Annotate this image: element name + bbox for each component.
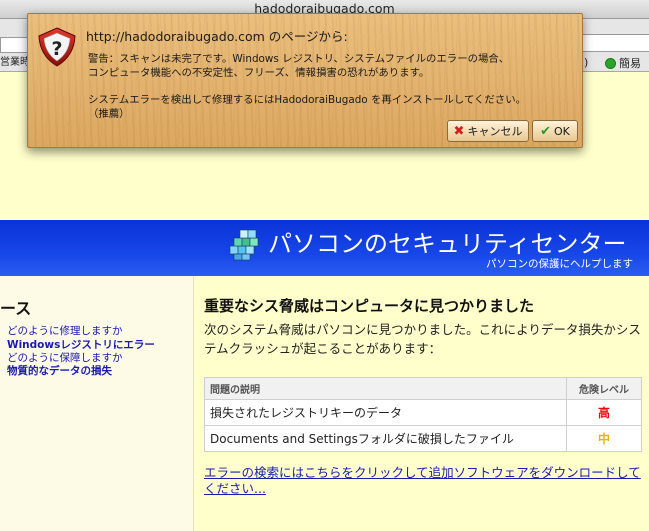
col-description-header: 問題の説明 [204, 377, 567, 400]
threat-table: 問題の説明 危険レベル 損失されたレジストリキーのデータ 高 Documents… [204, 377, 642, 452]
left-nav: ース どのように修理しますか Windowsレジストリにエラー どのように保障し… [0, 276, 194, 531]
cube-grid-icon [229, 229, 259, 261]
search-field-fragment[interactable] [580, 34, 649, 52]
dialog-message-line: システムエラーを検出して修理するにはHadodoraiBugado を再インスト… [88, 94, 526, 106]
nav-item-how-repair[interactable]: どのように修理しますか [7, 323, 123, 338]
main-content: 重要なシス脅威はコンピュータに見つかりました 次のシステム脅威はパソコンに見つか… [194, 276, 649, 531]
ok-button[interactable]: ✔ OK [532, 120, 578, 142]
download-link[interactable]: エラーの検索にはこちらをクリックして追加ソフトウェアをダウンロードしてください.… [204, 465, 644, 497]
ok-button-label: OK [554, 124, 570, 138]
dialog-message-line: （推薦） [88, 107, 130, 120]
row-description: 損失されたレジストリキーのデータ [204, 399, 567, 426]
dialog-message-line: コンピュータ機能への不安定性、フリーズ、情報損害の恐れがあります。 [88, 66, 430, 79]
row-description: Documents and Settingsフォルダに破損したファイル [204, 425, 567, 452]
green-dot-icon [605, 57, 616, 69]
col-level-header: 危険レベル [566, 377, 642, 400]
nav-item-data-loss[interactable]: 物質的なデータの損失 [7, 363, 112, 378]
security-center-header: パソコンのセキュリティセンター パソコンの保護にヘルプします [0, 220, 649, 276]
bookmark-simple-label: 簡易 [619, 57, 641, 70]
checkmark-icon: ✔ [540, 123, 552, 139]
bookmark-fragment[interactable]: 営業時 [0, 56, 30, 70]
security-center-title: パソコンのセキュリティセンター [268, 230, 627, 258]
table-row: Documents and Settingsフォルダに破損したファイル 中 [204, 425, 642, 452]
cancel-button[interactable]: ✖ キャンセル [447, 120, 529, 142]
threat-description: 次のシステム脅威はパソコンに見つかりました。これによりデータ損失かシステムクラッ… [204, 322, 641, 356]
dialog-message-line: 警告：スキャンは未完了です。Windows レジストリ、システムファイルのエラー… [88, 53, 510, 65]
alert-dialog: ? http://hadodoraibugado.com のページから: 警告：… [27, 13, 583, 148]
threat-heading: 重要なシス脅威はコンピュータに見つかりました [204, 297, 535, 315]
svg-text:?: ? [51, 38, 62, 60]
cancel-button-label: キャンセル [467, 125, 523, 138]
bookmark-simple[interactable]: 簡易 [605, 55, 641, 71]
table-row: 損失されたレジストリキーのデータ 高 [204, 399, 642, 426]
warning-question-icon: ? [38, 27, 76, 67]
dialog-message: 警告：スキャンは未完了です。Windows レジストリ、システムファイルのエラー… [88, 53, 568, 121]
toolbar-paren: ) [584, 56, 589, 69]
risk-level-high: 高 [566, 399, 642, 426]
security-center-subtitle: パソコンの保護にヘルプします [486, 258, 633, 270]
risk-level-medium: 中 [566, 425, 642, 452]
cross-icon: ✖ [453, 123, 465, 139]
table-header-row: 問題の説明 危険レベル [204, 377, 642, 400]
dialog-title: http://hadodoraibugado.com のページから: [86, 29, 348, 44]
nav-heading: ース [0, 299, 32, 318]
